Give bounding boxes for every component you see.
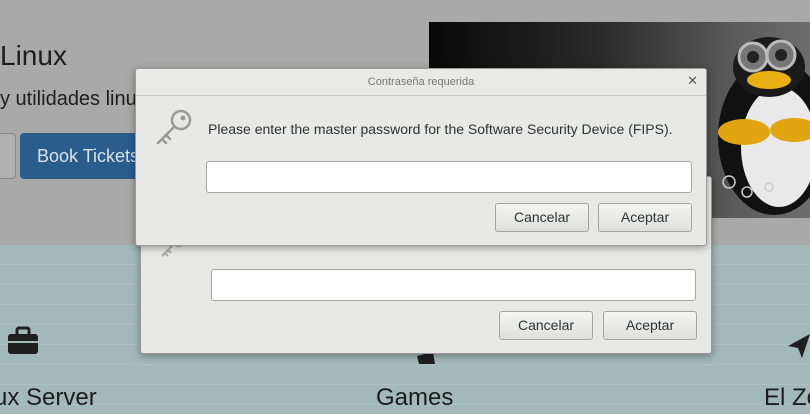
cancel-button-back[interactable]: Cancelar (499, 311, 593, 340)
feature-label-games: Games (376, 384, 454, 411)
dialog-message: Please enter the master password for the… (208, 121, 673, 137)
dialog-title: Contraseña requerida (367, 76, 475, 88)
password-dialog: Contraseña requerida ✕ Please enter the … (135, 68, 707, 246)
key-icon (154, 107, 194, 152)
feature-label-third: El Zo (764, 384, 810, 411)
briefcase-icon (6, 326, 40, 364)
paper-plane-icon (786, 332, 810, 368)
password-input-back[interactable] (211, 269, 696, 301)
password-input[interactable] (206, 161, 692, 193)
close-icon[interactable]: ✕ (687, 73, 698, 89)
hero-subtitle: y utilidades linu (0, 88, 137, 110)
cancel-button[interactable]: Cancelar (495, 203, 589, 232)
accept-button[interactable]: Aceptar (598, 203, 692, 232)
secondary-button[interactable] (0, 133, 16, 179)
dialog-titlebar[interactable]: Contraseña requerida ✕ (136, 69, 706, 96)
accept-button-back[interactable]: Aceptar (603, 311, 697, 340)
hero-title: Linux (0, 40, 67, 71)
feature-label-server: ux Server (0, 384, 97, 411)
